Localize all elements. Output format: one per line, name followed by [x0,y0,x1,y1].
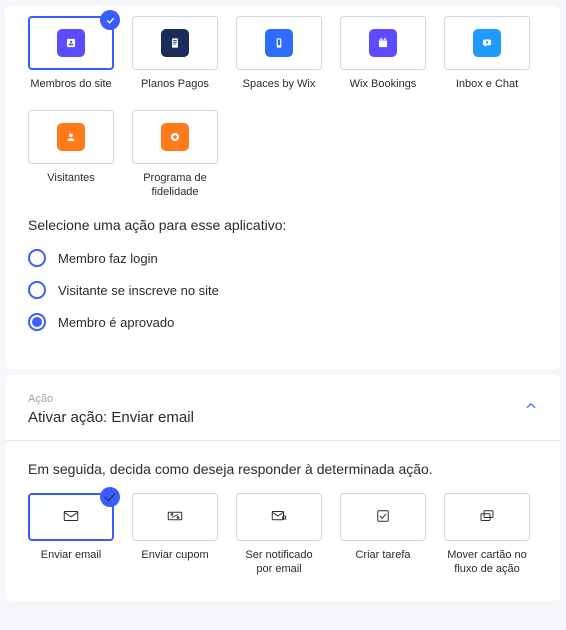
action-panel-eyebrow: Ação [28,393,194,405]
apps-panel: Membros do site Planos Pagos Spaces by W… [6,6,560,369]
app-item: Wix Bookings [340,16,426,92]
action-item: Enviar cupom [132,493,218,577]
action-item: Criar tarefa [340,493,426,577]
app-label: Wix Bookings [350,78,417,92]
trigger-radio[interactable]: Visitante se inscreve no site [28,281,538,299]
trigger-radio-list: Membro faz login Visitante se inscreve n… [28,249,538,331]
app-item: Visitantes [28,110,114,200]
app-item: Planos Pagos [132,16,218,92]
action-card[interactable] [444,493,530,541]
app-item: Inbox e Chat [444,16,530,92]
people-icon [57,29,85,57]
chevron-up-icon [524,401,538,416]
action-grid: Enviar email Enviar cupom Ser notificado… [28,493,538,577]
action-label: Criar tarefa [355,549,410,563]
action-label: Enviar email [41,549,102,563]
app-card[interactable] [132,110,218,164]
mail-icon [60,507,82,528]
action-item: Mover cartão no fluxo de ação [444,493,530,577]
action-panel: Ação Ativar ação: Enviar email Em seguid… [6,375,560,601]
collapse-toggle[interactable] [524,393,538,416]
selected-check-icon [100,487,120,507]
action-item: Enviar email [28,493,114,577]
radio-indicator [28,249,46,267]
action-label: Enviar cupom [141,549,208,563]
app-label: Planos Pagos [141,78,209,92]
action-card[interactable] [28,493,114,541]
action-card[interactable] [236,493,322,541]
badge-icon [161,123,189,151]
action-card[interactable] [340,493,426,541]
calendar-icon [369,29,397,57]
trigger-radio[interactable]: Membro faz login [28,249,538,267]
radio-label: Membro faz login [58,251,158,266]
app-card[interactable] [28,16,114,70]
app-label: Inbox e Chat [456,78,518,92]
phone-icon [265,29,293,57]
chat-icon [473,29,501,57]
app-card[interactable] [132,16,218,70]
app-label: Membros do site [30,78,111,92]
app-card[interactable] [28,110,114,164]
divider [6,440,560,441]
app-label: Visitantes [47,172,95,186]
selected-check-icon [100,10,120,30]
cards-icon [476,507,498,528]
app-item: Membros do site [28,16,114,92]
doc-icon [161,29,189,57]
avatar-icon [57,123,85,151]
radio-label: Membro é aprovado [58,315,174,330]
action-panel-header: Ação Ativar ação: Enviar email [28,393,538,440]
trigger-radio[interactable]: Membro é aprovado [28,313,538,331]
app-card[interactable] [236,16,322,70]
app-item: Programa de fidelidade [132,110,218,200]
action-label: Ser notificado por email [236,549,322,577]
radio-indicator [28,281,46,299]
action-panel-title: Ativar ação: Enviar email [28,409,194,426]
app-card[interactable] [340,16,426,70]
coupon-icon [164,507,186,528]
action-card[interactable] [132,493,218,541]
app-item: Spaces by Wix [236,16,322,92]
app-label: Programa de fidelidade [132,172,218,200]
action-prompt: Em seguida, decida como deseja responder… [28,461,538,477]
task-icon [372,507,394,528]
mail-alert-icon [268,507,290,528]
action-label: Mover cartão no fluxo de ação [444,549,530,577]
radio-indicator [28,313,46,331]
app-card[interactable] [444,16,530,70]
app-label: Spaces by Wix [243,78,316,92]
action-item: Ser notificado por email [236,493,322,577]
radio-label: Visitante se inscreve no site [58,283,219,298]
apps-section-title: Selecione uma ação para esse aplicativo: [28,217,538,233]
app-grid: Membros do site Planos Pagos Spaces by W… [28,16,538,199]
